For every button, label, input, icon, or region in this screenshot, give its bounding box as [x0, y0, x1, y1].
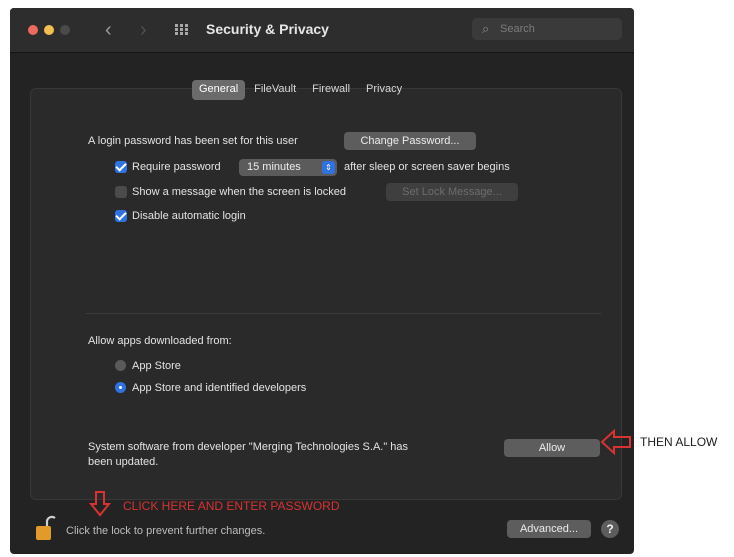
lock-hint-text: Click the lock to prevent further change…	[66, 525, 266, 537]
require-password-checkbox[interactable]	[115, 161, 127, 173]
chevron-updown-icon: ⇕	[322, 161, 335, 174]
help-button[interactable]: ?	[601, 520, 619, 538]
preferences-window: ‹ › Security & Privacy ⌕ Search A login …	[10, 8, 634, 554]
system-software-message: System software from developer "Merging …	[88, 441, 409, 453]
search-placeholder: Search	[500, 23, 535, 35]
disable-auto-login-label: Disable automatic login	[132, 210, 246, 222]
show-all-grid-icon[interactable]	[175, 24, 189, 36]
search-icon: ⌕	[482, 21, 490, 36]
set-lock-message-button[interactable]: Set Lock Message...	[386, 183, 518, 201]
title-bar: ‹ › Security & Privacy ⌕ Search	[10, 8, 634, 53]
login-password-text: A login password has been set for this u…	[88, 135, 298, 147]
system-software-message-2: been updated.	[88, 456, 159, 468]
require-password-label: Require password	[132, 161, 221, 173]
identified-developers-radio[interactable]	[115, 382, 126, 393]
settings-panel: A login password has been set for this u…	[30, 88, 622, 500]
section-divider	[86, 313, 601, 314]
then-allow-annotation: THEN ALLOW	[640, 435, 718, 449]
disable-auto-login-checkbox[interactable]	[115, 210, 127, 222]
zoom-window-button[interactable]	[60, 25, 70, 35]
window-title: Security & Privacy	[206, 21, 329, 37]
tab-privacy[interactable]: Privacy	[359, 80, 409, 100]
search-field[interactable]: ⌕ Search	[472, 18, 622, 40]
app-store-radio[interactable]	[115, 360, 126, 371]
identified-developers-label: App Store and identified developers	[132, 382, 307, 394]
password-interval-value: 15 minutes	[247, 161, 301, 173]
back-arrow-icon[interactable]: ‹	[105, 18, 112, 42]
app-store-label: App Store	[132, 360, 181, 372]
advanced-button[interactable]: Advanced...	[507, 520, 591, 538]
tab-general[interactable]: General	[192, 80, 246, 100]
left-arrow-annotation-icon	[600, 429, 631, 455]
close-window-button[interactable]	[28, 25, 38, 35]
change-password-button[interactable]: Change Password...	[344, 132, 476, 150]
tab-bar: General FileVault Firewall Privacy	[192, 80, 409, 100]
show-message-label: Show a message when the screen is locked	[132, 186, 347, 198]
tab-filevault[interactable]: FileVault	[247, 80, 303, 100]
allow-button[interactable]: Allow	[504, 439, 600, 457]
lock-icon[interactable]	[34, 514, 56, 542]
require-password-suffix: after sleep or screen saver begins	[344, 161, 510, 173]
show-message-checkbox[interactable]	[115, 186, 127, 198]
password-interval-select[interactable]: 15 minutes ⇕	[239, 159, 337, 176]
forward-arrow-icon[interactable]: ›	[140, 18, 147, 42]
click-here-annotation: CLICK HERE AND ENTER PASSWORD	[123, 499, 340, 513]
minimize-window-button[interactable]	[44, 25, 54, 35]
allow-apps-heading: Allow apps downloaded from:	[88, 335, 232, 347]
down-arrow-annotation-icon	[89, 491, 111, 517]
tab-firewall[interactable]: Firewall	[305, 80, 357, 100]
